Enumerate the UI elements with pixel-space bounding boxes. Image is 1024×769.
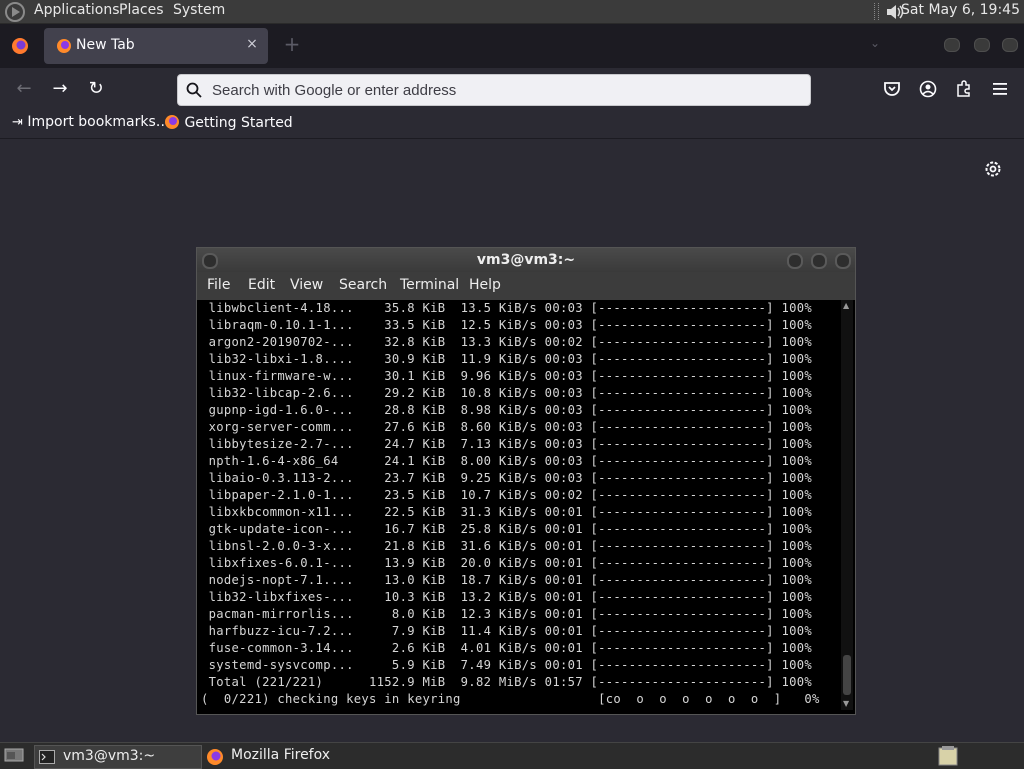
terminal-menu-help[interactable]: Help <box>469 277 501 293</box>
menu-places[interactable]: Places <box>119 2 164 18</box>
terminal-line: lib32-libxi-1.8.... 30.9 KiB 11.9 KiB/s … <box>201 352 812 366</box>
taskbar-terminal-label: vm3@vm3:~ <box>63 748 156 764</box>
terminal-line: libxfixes-6.0.1-... 13.9 KiB 20.0 KiB/s … <box>201 556 812 570</box>
taskbar-firefox[interactable]: Mozilla Firefox <box>204 745 374 767</box>
tab-list-chevron-icon[interactable]: ⌄ <box>870 36 886 52</box>
firefox-icon <box>207 749 223 765</box>
new-tab-button[interactable]: + <box>280 32 304 60</box>
terminal-window[interactable]: vm3@vm3:~ File Edit View Search Terminal… <box>196 247 856 715</box>
terminal-title: vm3@vm3:~ <box>476 252 576 268</box>
terminal-output[interactable]: libwbclient-4.18... 35.8 KiB 13.5 KiB/s … <box>197 300 841 710</box>
terminal-line: lib32-libcap-2.6... 29.2 KiB 10.8 KiB/s … <box>201 386 812 400</box>
menu-system[interactable]: System <box>173 2 225 18</box>
terminal-minimize-button[interactable] <box>787 253 803 269</box>
tab-new-tab[interactable]: New Tab × <box>44 28 268 64</box>
tab-close-icon[interactable]: × <box>244 36 260 54</box>
hamburger-menu-icon[interactable] <box>990 80 1010 98</box>
account-icon[interactable] <box>918 80 938 98</box>
extensions-puzzle-icon[interactable] <box>954 80 974 98</box>
terminal-line: lib32-libxfixes-... 10.3 KiB 13.2 KiB/s … <box>201 590 812 604</box>
terminal-titlebar[interactable]: vm3@vm3:~ <box>197 248 855 272</box>
firefox-favicon-icon <box>57 39 71 53</box>
terminal-line: libxkbcommon-x11... 22.5 KiB 31.3 KiB/s … <box>201 505 812 519</box>
terminal-menu-view[interactable]: View <box>290 277 323 293</box>
bookmark-import[interactable]: ⇥ Import bookmarks… <box>12 114 170 134</box>
terminal-line: gupnp-igd-1.6.0-... 28.8 KiB 8.98 KiB/s … <box>201 403 812 417</box>
terminal-line: libwbclient-4.18... 35.8 KiB 13.5 KiB/s … <box>201 301 812 315</box>
terminal-icon <box>39 750 55 764</box>
terminal-line: ( 0/221) checking keys in keyring [co o … <box>201 692 820 706</box>
menu-applications[interactable]: Applications <box>34 2 120 18</box>
terminal-maximize-button[interactable] <box>811 253 827 269</box>
clock[interactable]: Sat May 6, 19:45 <box>901 2 1020 18</box>
terminal-line: nodejs-nopt-7.1.... 13.0 KiB 18.7 KiB/s … <box>201 573 812 587</box>
minimize-window-button[interactable] <box>944 38 960 52</box>
bookmark-import-label: Import bookmarks… <box>27 114 170 130</box>
reload-icon[interactable]: ↻ <box>84 78 108 100</box>
terminal-menubar: File Edit View Search Terminal Help <box>197 272 855 300</box>
address-input[interactable] <box>210 78 794 102</box>
scroll-up-icon[interactable]: ▲ <box>843 302 851 310</box>
close-window-button[interactable] <box>1002 38 1018 52</box>
terminal-scrollbar[interactable]: ▲ ▼ <box>841 300 853 710</box>
terminal-menu-file[interactable]: File <box>207 277 230 293</box>
forward-arrow-icon[interactable]: → <box>48 78 72 100</box>
terminal-line: libbytesize-2.7-... 24.7 KiB 7.13 KiB/s … <box>201 437 812 451</box>
terminal-line: systemd-sysvcomp... 5.9 KiB 7.49 KiB/s 0… <box>201 658 812 672</box>
taskbar-firefox-label: Mozilla Firefox <box>231 747 331 763</box>
workspace-switcher-icon[interactable] <box>938 745 958 767</box>
back-arrow-icon[interactable]: ← <box>12 78 36 100</box>
bottom-taskbar: vm3@vm3:~ Mozilla Firefox <box>0 742 1024 769</box>
terminal-line: libaio-0.3.113-2... 23.7 KiB 9.25 KiB/s … <box>201 471 812 485</box>
terminal-line: libraqm-0.10.1-1... 33.5 KiB 12.5 KiB/s … <box>201 318 812 332</box>
terminal-line: gtk-update-icon-... 16.7 KiB 25.8 KiB/s … <box>201 522 812 536</box>
gear-icon[interactable] <box>983 159 1003 179</box>
terminal-line: fuse-common-3.14... 2.6 KiB 4.01 KiB/s 0… <box>201 641 812 655</box>
bookmarks-bar: ⇥ Import bookmarks… Getting Started <box>0 110 1024 139</box>
url-bar[interactable] <box>177 74 811 106</box>
terminal-line: npth-1.6-4-x86_64 24.1 KiB 8.00 KiB/s 00… <box>201 454 812 468</box>
bookmark-getting-started[interactable]: Getting Started <box>164 114 293 134</box>
terminal-line: libpaper-2.1.0-1... 23.5 KiB 10.7 KiB/s … <box>201 488 812 502</box>
distro-logo-icon[interactable] <box>4 1 26 23</box>
scrollbar-thumb[interactable] <box>843 655 851 695</box>
maximize-window-button[interactable] <box>974 38 990 52</box>
terminal-menu-search[interactable]: Search <box>339 277 387 293</box>
panel-separator <box>874 3 879 20</box>
top-panel: Applications Places System Sat May 6, 19… <box>0 0 1024 24</box>
pocket-icon[interactable] <box>882 80 902 98</box>
terminal-line: Total (221/221) 1152.9 MiB 9.82 MiB/s 01… <box>201 675 812 689</box>
import-icon: ⇥ <box>12 115 23 130</box>
bookmark-getting-started-label: Getting Started <box>184 115 293 131</box>
terminal-menu-terminal[interactable]: Terminal <box>400 277 459 293</box>
scroll-down-icon[interactable]: ▼ <box>843 700 851 708</box>
terminal-line: argon2-20190702-... 32.8 KiB 13.3 KiB/s … <box>201 335 812 349</box>
tab-title: New Tab <box>76 37 135 53</box>
taskbar-terminal[interactable]: vm3@vm3:~ <box>34 745 202 769</box>
terminal-line: harfbuzz-icu-7.2... 7.9 KiB 11.4 KiB/s 0… <box>201 624 812 638</box>
terminal-line: pacman-mirrorlis... 8.0 KiB 12.3 KiB/s 0… <box>201 607 812 621</box>
firefox-menu-icon[interactable] <box>10 36 30 56</box>
terminal-menu-edit[interactable]: Edit <box>248 277 275 293</box>
search-icon <box>186 82 202 98</box>
terminal-line: xorg-server-comm... 27.6 KiB 8.60 KiB/s … <box>201 420 812 434</box>
firefox-favicon-icon <box>165 115 179 129</box>
terminal-close-button[interactable] <box>835 253 851 269</box>
show-desktop-icon[interactable] <box>4 747 24 763</box>
terminal-line: linux-firmware-w... 30.1 KiB 9.96 KiB/s … <box>201 369 812 383</box>
terminal-line: libnsl-2.0.0-3-x... 21.8 KiB 31.6 KiB/s … <box>201 539 812 553</box>
